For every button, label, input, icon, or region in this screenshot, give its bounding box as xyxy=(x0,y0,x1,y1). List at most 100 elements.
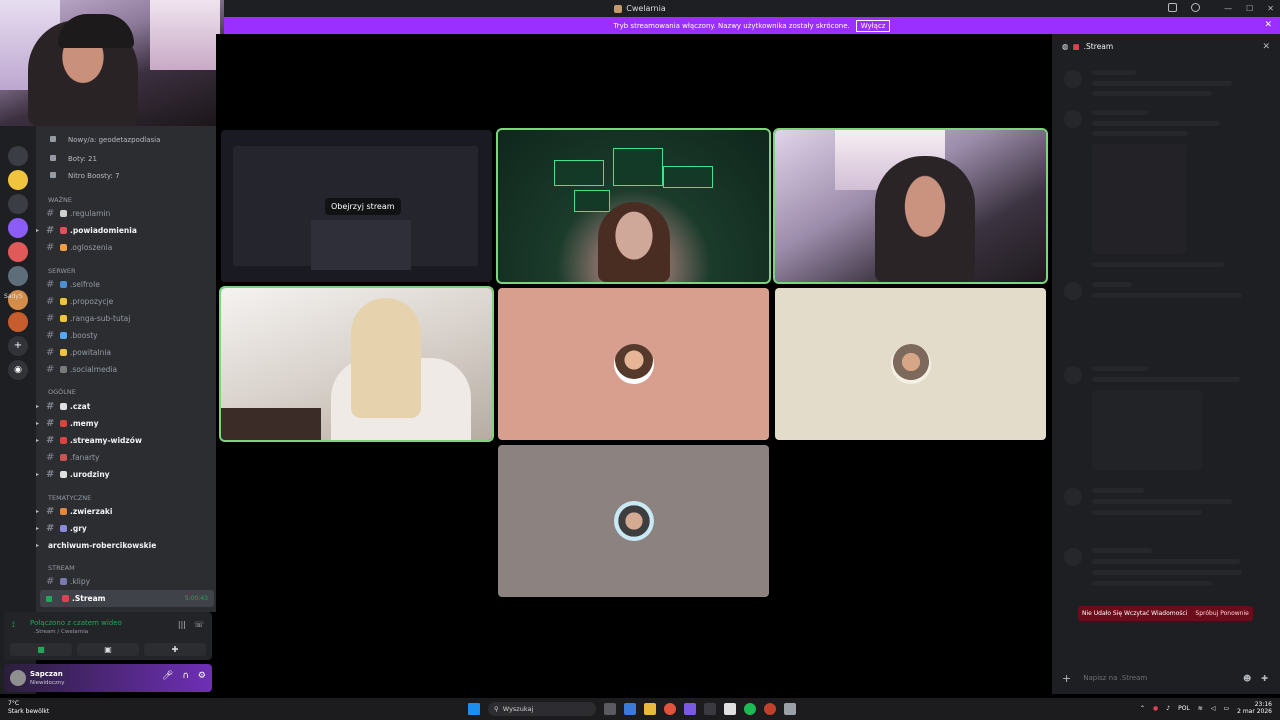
pet-icon xyxy=(60,508,67,515)
close-icon[interactable]: ✕ xyxy=(1264,20,1272,30)
channel-propozycje[interactable]: # .propozycje xyxy=(36,293,216,310)
channel-ogloszenia[interactable]: # .ogloszenia xyxy=(36,239,216,256)
settings-gear-icon[interactable]: ⚙ xyxy=(198,671,206,681)
settings-icon[interactable] xyxy=(784,703,796,715)
minimize-button[interactable]: — xyxy=(1224,4,1232,13)
server-icon[interactable] xyxy=(8,194,28,214)
avatar[interactable] xyxy=(10,670,26,686)
chevron-up-icon[interactable]: ⌃ xyxy=(1140,705,1145,712)
discover-icon[interactable]: ◉ xyxy=(8,360,28,380)
video-button[interactable]: ■ xyxy=(10,643,72,656)
activities-button[interactable]: ✚ xyxy=(144,643,206,656)
disable-streamer-mode-button[interactable]: Wyłącz xyxy=(855,19,891,32)
close-button[interactable]: ✕ xyxy=(1267,4,1274,13)
channel-powiadomienia[interactable]: ▸ # .powiadomienia xyxy=(36,222,216,239)
message-placeholder xyxy=(1092,70,1136,75)
clock[interactable]: 23:16 2 mar 2026 xyxy=(1237,701,1272,715)
voice-status: Połączono z czatem wideo xyxy=(30,619,122,627)
channel-fanarty[interactable]: # .fanarty xyxy=(36,449,216,466)
retry-button[interactable]: Spróbuj Ponownie xyxy=(1195,610,1248,617)
category-ogolne[interactable]: OGÓLNE xyxy=(48,388,76,396)
add-server-icon[interactable]: + xyxy=(8,336,28,356)
volume-icon[interactable]: ◁ xyxy=(1211,705,1216,712)
discord-icon[interactable] xyxy=(684,703,696,715)
terminal-icon[interactable] xyxy=(704,703,716,715)
voice-location[interactable]: .Stream / Cwelarnia xyxy=(34,629,88,635)
windows-start-icon[interactable] xyxy=(468,703,480,715)
channel-ranga[interactable]: # .ranga-sub-tutaj xyxy=(36,310,216,327)
help-icon[interactable] xyxy=(1191,3,1200,12)
participant-avatar-tile[interactable] xyxy=(775,288,1046,440)
microphone-icon[interactable]: ♪ xyxy=(1166,705,1170,712)
noise-suppression-icon[interactable]: ||| xyxy=(178,620,186,629)
close-icon[interactable]: ✕ xyxy=(1262,42,1270,52)
channel-selfrole[interactable]: # .selfrole xyxy=(36,276,216,293)
channel-archiwum[interactable]: ▸ archiwum-robercikowskie xyxy=(36,537,216,554)
stream-preview xyxy=(311,220,411,270)
task-view-icon[interactable] xyxy=(604,703,616,715)
participant-video-tile[interactable] xyxy=(219,286,494,442)
wifi-icon[interactable]: ≋ xyxy=(1198,705,1203,712)
message-placeholder xyxy=(1092,110,1148,115)
server-icon[interactable] xyxy=(8,266,28,286)
channel-klipy[interactable]: # .klipy xyxy=(36,573,216,590)
server-icon[interactable] xyxy=(8,218,28,238)
channel-socialmedia[interactable]: # .socialmedia xyxy=(36,361,216,378)
participant-video-tile[interactable] xyxy=(773,128,1048,284)
taskbar-search[interactable]: ⚲ Wyszukaj xyxy=(488,702,596,716)
screen-share-button[interactable]: ▣ xyxy=(77,643,139,656)
user-panel: Sapczan Niewidoczny 🎤︎ ∩ ⚙ xyxy=(4,664,212,692)
channel-streamy[interactable]: ▸ # .streamy-widzów xyxy=(36,432,216,449)
message-placeholder xyxy=(1092,499,1232,504)
channel-gry[interactable]: ▸ # .gry xyxy=(36,520,216,537)
chat-input[interactable]: + Napisz na .Stream ☻ ✚ xyxy=(1062,668,1272,688)
participant-video-tile[interactable] xyxy=(496,128,771,284)
message-placeholder xyxy=(1092,377,1240,382)
channel-memy[interactable]: ▸ # .memy xyxy=(36,415,216,432)
server-icon[interactable] xyxy=(8,242,28,262)
participant-avatar-tile[interactable] xyxy=(498,445,769,597)
apps-icon[interactable]: ✚ xyxy=(1261,674,1268,683)
channel-czat[interactable]: ▸ # .czat xyxy=(36,398,216,415)
channel-boosty[interactable]: # .boosty xyxy=(36,327,216,344)
category-tematyczne[interactable]: TEMATYCZNE xyxy=(48,494,91,502)
tray-icon[interactable]: ● xyxy=(1153,705,1158,712)
file-explorer-icon[interactable] xyxy=(644,703,656,715)
app-icon[interactable] xyxy=(764,703,776,715)
beanie xyxy=(58,14,134,48)
weather-widget[interactable]: 7°C Stark bewölkt xyxy=(8,700,49,716)
server-icon[interactable] xyxy=(8,170,28,190)
emoji-icon[interactable]: ☻ xyxy=(1243,674,1251,683)
microphone-icon[interactable]: 🎤︎ xyxy=(162,671,173,681)
message-placeholder xyxy=(1064,488,1082,506)
maximize-button[interactable]: ☐ xyxy=(1246,4,1253,13)
language-indicator[interactable]: POL xyxy=(1178,705,1190,712)
copilot-icon[interactable] xyxy=(624,703,636,715)
app-icon[interactable] xyxy=(724,703,736,715)
attach-icon[interactable]: + xyxy=(1062,672,1071,685)
channel-stream[interactable]: .Stream 5:00:43 xyxy=(40,590,214,607)
watch-stream-button[interactable]: Obejrzyj stream xyxy=(325,198,401,215)
disconnect-icon[interactable]: ☏ xyxy=(194,620,204,629)
category-wazne[interactable]: WAŻNE xyxy=(48,196,72,204)
category-serwer[interactable]: SERWER xyxy=(48,267,76,275)
chrome-icon[interactable] xyxy=(664,703,676,715)
channel-zwierzaki[interactable]: ▸ # .zwierzaki xyxy=(36,503,216,520)
spotify-icon[interactable] xyxy=(744,703,756,715)
chat-header: ◍ ■ .Stream xyxy=(1062,42,1113,51)
inbox-icon[interactable] xyxy=(1168,3,1177,12)
stream-tile[interactable]: Obejrzyj stream xyxy=(221,130,492,282)
category-stream[interactable]: STREAM xyxy=(48,564,75,572)
channel-powitalnia[interactable]: # .powitalnia xyxy=(36,344,216,361)
channel-urodziny[interactable]: ▸ # .urodziny xyxy=(36,466,216,483)
participant-avatar-tile[interactable] xyxy=(498,288,769,440)
server-icon[interactable] xyxy=(8,146,28,166)
channel-regulamin[interactable]: # .regulamin xyxy=(36,205,216,222)
bulb-icon xyxy=(60,298,67,305)
battery-icon[interactable]: ▭ xyxy=(1223,705,1229,712)
message-placeholder xyxy=(1064,548,1082,566)
lock-icon xyxy=(50,172,56,178)
server-icon[interactable] xyxy=(8,312,28,332)
check-icon xyxy=(60,281,67,288)
headphones-icon[interactable]: ∩ xyxy=(182,671,189,681)
